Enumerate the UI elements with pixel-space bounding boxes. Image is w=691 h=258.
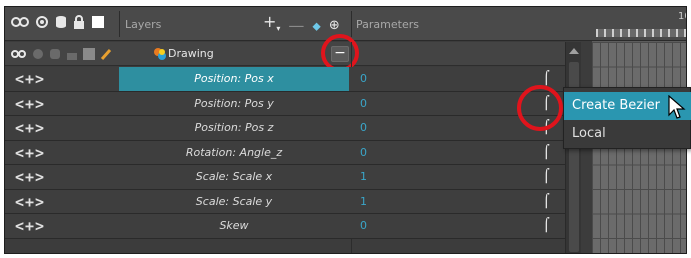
table-row[interactable]: <+> Skew 0 ⌠ [5,214,565,239]
pencil-icon[interactable] [100,48,112,60]
layer-toggle-icons [11,15,105,29]
database-icon[interactable] [49,48,61,60]
parameter-name: Scale: Scale x [195,170,273,183]
table-row[interactable]: <+> Position: Pos z 0 ⌠ [5,116,565,141]
parameter-name: Position: Pos y [194,96,274,110]
table-row[interactable]: <+> Scale: Scale x 1 ⌠ [5,165,565,190]
lock-icon[interactable] [73,15,85,29]
keyframe-nav-arrows[interactable]: <+> [15,193,45,211]
keyframe-nav-arrows[interactable]: <+> [15,119,45,137]
table-row[interactable]: <+> Position: Pos y 0 ⌠ [5,91,565,116]
parameter-name: Scale: Scale y [195,194,273,208]
color-swatch-icon[interactable] [83,48,95,60]
keyframe-nav-arrows[interactable]: <+> [15,144,45,162]
parameter-value[interactable]: 0 [360,214,367,238]
parameter-name: Skew [219,219,249,232]
lock-icon[interactable] [66,48,78,60]
table-row[interactable]: <+> Rotation: Angle_z 0 ⌠ [5,140,565,165]
keyframe-nav-arrows[interactable]: <+> [15,217,45,235]
function-curve-icon[interactable]: ⌠ [543,145,550,160]
database-icon[interactable] [55,15,67,29]
add-drawing-button[interactable]: ⊕ [329,17,340,35]
parameter-value[interactable]: 1 [360,190,367,214]
add-peg-button[interactable]: ⬥ [312,17,320,35]
drawing-layer-label: Drawing [168,47,214,60]
mouse-cursor-icon [668,95,686,119]
view-mode-icon[interactable] [11,15,29,29]
keyframe-nav-arrows[interactable]: <+> [15,95,45,113]
drawing-layer-icon [154,48,166,60]
highlight-circle [517,85,563,131]
parameter-name: Rotation: Angle_z [185,145,283,159]
header-separator [119,11,120,37]
function-curve-icon[interactable]: ⌠ [543,169,550,184]
parameter-list: <+> Position: Pos x 0 ⌠ <+> Position: Po… [5,67,565,239]
layer-tools: +▾ — ⬥ ⊕ [263,12,340,38]
parameter-value[interactable]: 0 [360,141,367,165]
add-layer-button[interactable]: +▾ [263,12,280,38]
view-mode-icon[interactable] [11,48,27,60]
frame-ruler[interactable] [596,29,686,37]
scroll-up-arrow-icon[interactable] [569,48,579,54]
function-curve-icon[interactable]: ⌠ [543,194,550,209]
parameter-value[interactable]: 0 [360,116,367,140]
header-separator [351,11,352,37]
remove-layer-button[interactable]: — [288,16,304,35]
frame-number: 10 [678,11,686,22]
parameter-name: Position: Pos x [119,67,349,91]
table-row[interactable]: <+> Scale: Scale y 1 ⌠ [5,189,565,214]
timeline-header: 10 [592,7,686,41]
keyframe-nav-arrows[interactable]: <+> [15,70,45,88]
function-curve-icon[interactable]: ⌠ [543,218,550,233]
function-curve-icon[interactable]: ⌠ [543,71,550,86]
parameters-column-label: Parameters [356,18,419,31]
eye-icon[interactable] [32,48,44,60]
color-swatch-icon[interactable] [91,15,105,29]
parameter-value[interactable]: 0 [360,67,367,91]
eye-icon[interactable] [35,15,49,29]
keyframe-nav-arrows[interactable]: <+> [15,168,45,186]
drawing-layer-row[interactable]: Drawing − [5,42,565,66]
drawing-layer-icons [11,48,112,60]
parameter-value[interactable]: 1 [360,165,367,189]
layers-column-label: Layers [125,18,162,31]
parameter-name: Position: Pos z [194,121,274,134]
table-row[interactable]: <+> Position: Pos x 0 ⌠ [5,67,565,92]
parameter-value[interactable]: 0 [360,92,367,116]
menu-item-local[interactable]: Local [564,120,691,148]
